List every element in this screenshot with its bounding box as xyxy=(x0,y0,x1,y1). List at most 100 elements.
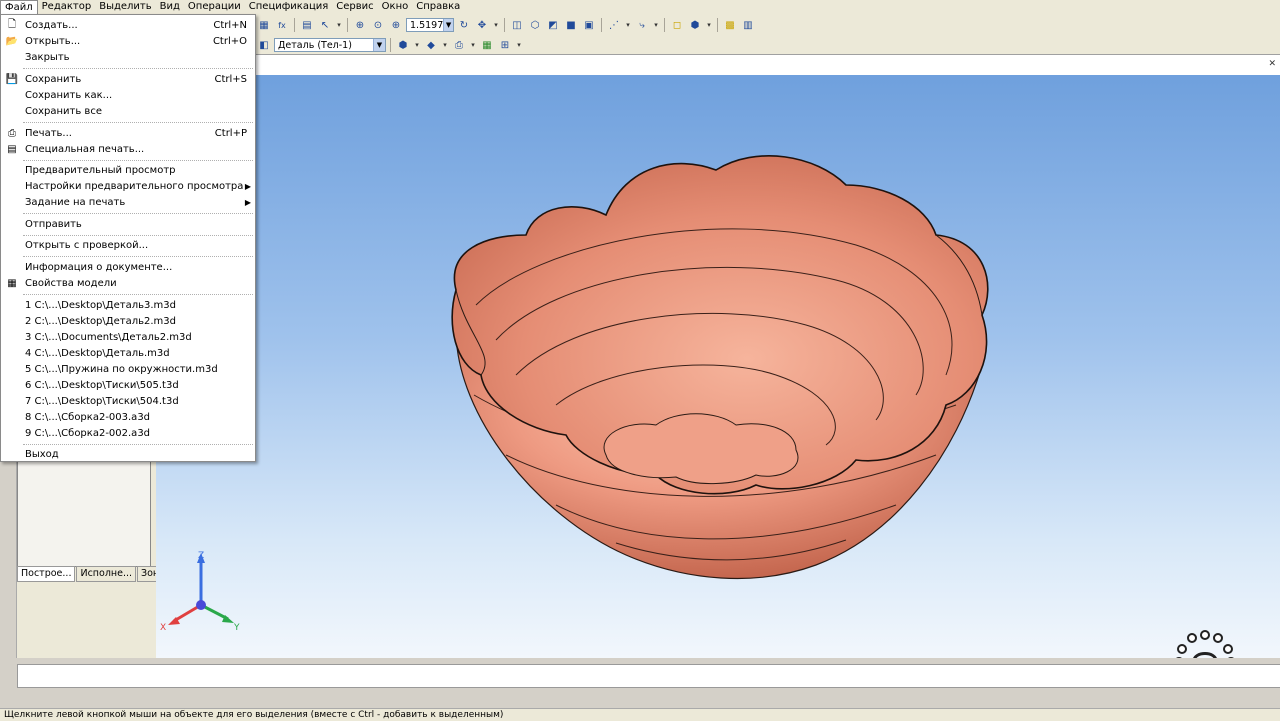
table-icon[interactable]: ▦ xyxy=(479,37,495,53)
special-print-icon: ▤ xyxy=(7,143,17,155)
layers-icon[interactable]: ▩ xyxy=(722,17,738,33)
menu-help[interactable]: Справка xyxy=(412,0,464,14)
menu-separator xyxy=(23,213,253,214)
recent-file-item[interactable]: 4 C:\...\Desktop\Деталь.m3d xyxy=(1,345,255,361)
chevron-down-icon[interactable]: ▼ xyxy=(443,19,453,31)
recent-file-item[interactable]: 6 C:\...\Desktop\Тиски\505.t3d xyxy=(1,377,255,393)
menu-item-doc-info[interactable]: Информация о документе... xyxy=(1,259,255,275)
help-pointer-icon[interactable]: ↖ xyxy=(317,17,333,33)
view-iso-icon[interactable]: ⬡ xyxy=(527,17,543,33)
menu-item-label: Предварительный просмотр xyxy=(25,164,176,176)
blank-icon xyxy=(5,260,19,274)
recent-file-item[interactable]: 1 C:\...\Desktop\Деталь3.m3d xyxy=(1,297,255,313)
tab-build[interactable]: Построе... xyxy=(17,566,76,582)
menu-item-open-check[interactable]: Открыть с проверкой... xyxy=(1,237,255,253)
bowl-model[interactable] xyxy=(156,75,1280,658)
zoom-fit-icon[interactable]: ⊙ xyxy=(370,17,386,33)
cube-icon[interactable]: ◻ xyxy=(669,17,685,33)
tab-versions[interactable]: Исполне... xyxy=(76,566,137,582)
display-mode-icon[interactable]: ⬢ xyxy=(687,17,703,33)
chevron-down-icon[interactable]: ▾ xyxy=(441,37,449,53)
menu-separator xyxy=(23,122,253,123)
menu-item-label: Настройки предварительного просмотра xyxy=(25,180,244,192)
recent-file-item[interactable]: 3 C:\...\Documents\Деталь2.m3d xyxy=(1,329,255,345)
chevron-down-icon[interactable]: ▾ xyxy=(515,37,523,53)
shaded-icon[interactable]: ■ xyxy=(563,17,579,33)
menu-item-preview-settings[interactable]: Настройки предварительного просмотра ▶ xyxy=(1,178,255,194)
menu-editor[interactable]: Редактор xyxy=(38,0,96,14)
recent-file-item[interactable]: 9 C:\...\Сборка2-002.a3d xyxy=(1,425,255,441)
menu-item-print[interactable]: ⎙ Печать... Ctrl+P xyxy=(1,125,255,141)
blank-icon xyxy=(5,298,19,312)
menu-item-open[interactable]: 📂 Открыть... Ctrl+O xyxy=(1,33,255,49)
axis-x-label: X xyxy=(160,623,167,633)
command-line[interactable] xyxy=(17,664,1280,688)
new-document-icon: 🗋 xyxy=(7,18,17,30)
menu-separator xyxy=(23,256,253,257)
pan-icon[interactable]: ✥ xyxy=(474,17,490,33)
view-top-icon[interactable]: ◩ xyxy=(545,17,561,33)
recent-file-item[interactable]: 7 C:\...\Desktop\Тиски\504.t3d xyxy=(1,393,255,409)
zoom-window-icon[interactable]: ⊕ xyxy=(352,17,368,33)
menu-item-label: Открыть с проверкой... xyxy=(25,239,149,251)
recent-file-item[interactable]: 2 C:\...\Desktop\Деталь2.m3d xyxy=(1,313,255,329)
chevron-down-icon[interactable]: ▼ xyxy=(373,39,385,51)
formula-icon[interactable]: fx xyxy=(274,17,290,33)
menu-service[interactable]: Сервис xyxy=(332,0,377,14)
menu-item-label: Сохранить все xyxy=(25,105,102,117)
view-front-icon[interactable]: ◫ xyxy=(509,17,525,33)
menu-specification[interactable]: Спецификация xyxy=(245,0,333,14)
zoom-icon[interactable]: ⊕ xyxy=(388,17,404,33)
close-icon[interactable]: ✕ xyxy=(1268,59,1276,69)
3d-viewport[interactable]: Z X Y xyxy=(156,75,1280,658)
color-icon[interactable]: ⬢ xyxy=(395,37,411,53)
material-icon[interactable]: ◆ xyxy=(423,37,439,53)
shaded-edges-icon[interactable]: ▣ xyxy=(581,17,597,33)
menu-item-label: Свойства модели xyxy=(25,277,117,289)
menu-item-special-print[interactable]: ▤ Специальная печать... xyxy=(1,141,255,157)
recent-file-item[interactable]: 8 C:\...\Сборка2-003.a3d xyxy=(1,409,255,425)
recent-file-item[interactable]: 5 C:\...\Пружина по окружности.m3d xyxy=(1,361,255,377)
light-icon[interactable]: ⤷ xyxy=(634,17,650,33)
grid-icon[interactable]: ▦ xyxy=(256,17,272,33)
part-combo[interactable]: Деталь (Тел-1) ▼ xyxy=(274,38,386,52)
measure-icon[interactable]: ⊞ xyxy=(497,37,513,53)
menu-item-label: Закрыть xyxy=(25,51,70,63)
chevron-down-icon[interactable]: ▾ xyxy=(335,17,343,33)
menu-window[interactable]: Окно xyxy=(378,0,413,14)
chevron-down-icon[interactable]: ▾ xyxy=(413,37,421,53)
menu-item-preview[interactable]: Предварительный просмотр xyxy=(1,162,255,178)
menu-item-save[interactable]: 💾 Сохранить Ctrl+S xyxy=(1,71,255,87)
menu-separator xyxy=(23,68,253,69)
perspective-icon[interactable]: ⋰ xyxy=(606,17,622,33)
calc-icon[interactable]: ▤ xyxy=(299,17,315,33)
menu-item-save-all[interactable]: Сохранить все xyxy=(1,103,255,119)
chevron-down-icon[interactable]: ▾ xyxy=(469,37,477,53)
chevron-down-icon[interactable]: ▾ xyxy=(652,17,660,33)
menu-item-exit[interactable]: Выход xyxy=(1,446,255,462)
menu-operations[interactable]: Операции xyxy=(184,0,245,14)
menu-select[interactable]: Выделить xyxy=(95,0,155,14)
menu-item-model-props[interactable]: ▦ Свойства модели xyxy=(1,275,255,291)
print-icon[interactable]: ⎙ xyxy=(451,37,467,53)
zoom-combo[interactable]: 1.5197 ▼ xyxy=(406,18,454,32)
menu-item-send[interactable]: Отправить xyxy=(1,216,255,232)
menu-item-save-as[interactable]: Сохранить как... xyxy=(1,87,255,103)
menu-item-label: Специальная печать... xyxy=(25,143,145,155)
rotate-icon[interactable]: ↻ xyxy=(456,17,472,33)
blank-icon xyxy=(5,163,19,177)
menu-item-print-job[interactable]: Задание на печать ▶ xyxy=(1,194,255,210)
menu-item-label: Сохранить как... xyxy=(25,89,113,101)
menu-item-create[interactable]: 🗋 Создать... Ctrl+N xyxy=(1,17,255,33)
toolbar-row-view: ▦ fx ▤ ↖ ▾ ⊕ ⊙ ⊕ 1.5197 ▼ ↻ ✥ ▾ ◫ ⬡ ◩ ■ … xyxy=(256,16,756,34)
menu-file[interactable]: Файл xyxy=(0,0,38,14)
chevron-down-icon[interactable]: ▾ xyxy=(705,17,713,33)
chevron-down-icon[interactable]: ▾ xyxy=(492,17,500,33)
menu-item-label: Сохранить xyxy=(25,73,82,85)
chevron-down-icon[interactable]: ▾ xyxy=(624,17,632,33)
blank-icon xyxy=(5,330,19,344)
menu-item-close[interactable]: Закрыть xyxy=(1,49,255,65)
blank-icon xyxy=(5,50,19,64)
tree-icon[interactable]: ▥ xyxy=(740,17,756,33)
menu-view[interactable]: Вид xyxy=(156,0,184,14)
